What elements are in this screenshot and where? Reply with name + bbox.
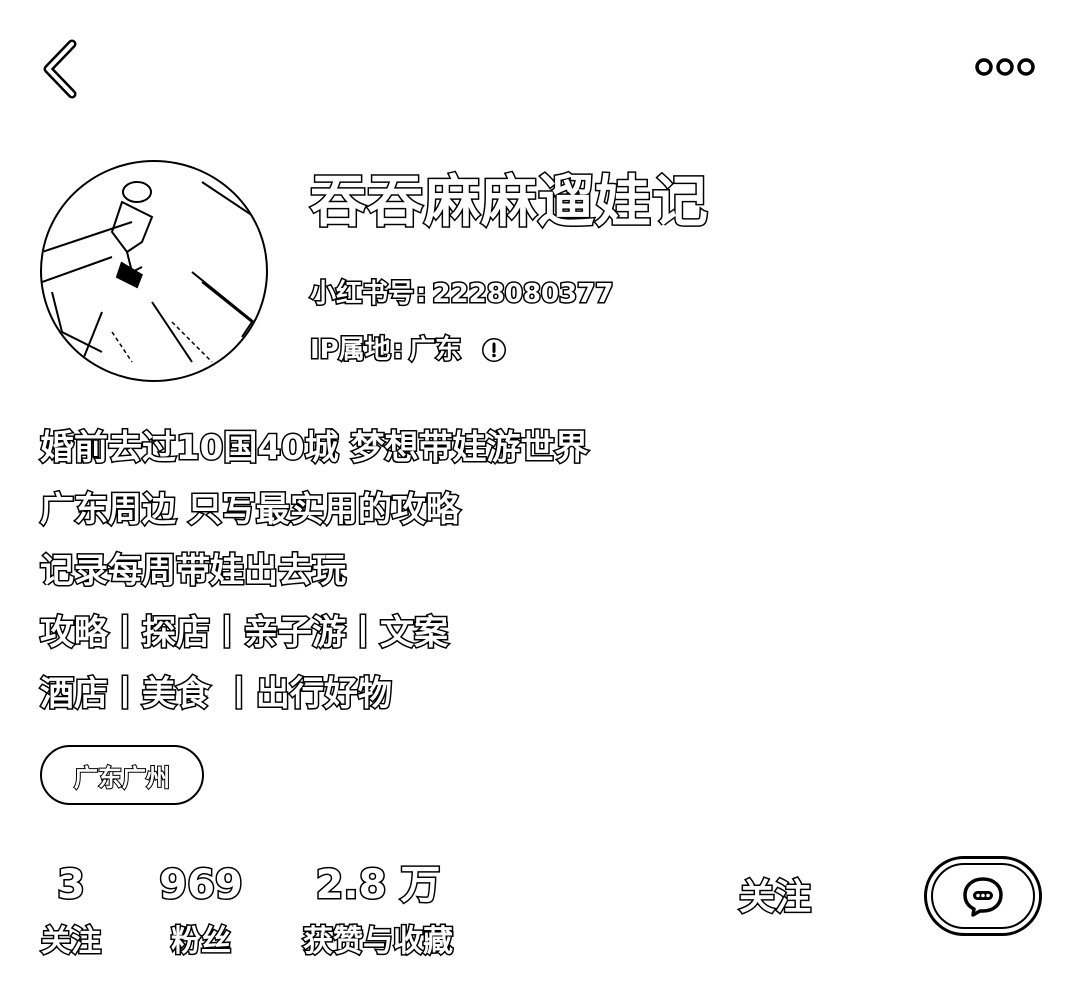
info-icon[interactable] xyxy=(481,337,507,363)
chat-bubble-icon xyxy=(963,877,1003,917)
avatar-image xyxy=(42,181,266,363)
stat-following[interactable]: 3 关注 xyxy=(38,860,104,962)
follow-button[interactable]: 关注 xyxy=(720,866,830,922)
follow-button-label: 关注 xyxy=(737,876,812,920)
stat-following-label: 关注 xyxy=(40,923,103,961)
account-id-separator: : xyxy=(414,278,428,311)
more-dots-icon xyxy=(975,58,1035,76)
stat-followers-label: 粉丝 xyxy=(170,923,233,961)
message-button[interactable] xyxy=(924,856,1042,936)
chevron-left-icon xyxy=(43,39,77,99)
account-id-line: 小红书号 : 2228080377 xyxy=(308,277,615,311)
stat-followers[interactable]: 969 粉丝 xyxy=(158,860,245,962)
avatar[interactable] xyxy=(40,160,268,382)
account-id-label: 小红书号 xyxy=(308,278,415,311)
profile-name: 吞吞麻麻遛娃记 xyxy=(309,169,710,237)
bio-line: 记录每周带娃出去玩 xyxy=(38,550,347,593)
bio-line: 攻略丨探店丨亲子游丨文案 xyxy=(38,611,449,654)
stat-likes-saves-value: 2.8 万 xyxy=(314,861,442,910)
stat-likes-saves-label: 获赞与收藏 xyxy=(302,923,455,961)
bio-line: 婚前去过10国40城 梦想带娃游世界 xyxy=(38,427,589,470)
bio: 婚前去过10国40城 梦想带娃游世界 广东周边 只写最实用的攻略 记录每周带娃出… xyxy=(38,418,589,726)
ip-location-label: IP属地 xyxy=(309,334,393,367)
ip-location-line: IP属地 : 广东 xyxy=(309,333,507,367)
ip-location-separator: : xyxy=(391,334,405,367)
account-id-value[interactable]: 2228080377 xyxy=(431,277,615,311)
stat-followers-value: 969 xyxy=(158,861,245,910)
profile-page: 吞吞麻麻遛娃记 小红书号 : 2228080377 IP属地 : 广东 婚前去过… xyxy=(0,0,1080,997)
bio-line: 酒店丨美食 丨出行好物 xyxy=(38,673,393,716)
location-tag-label: 广东广州 xyxy=(73,763,171,793)
ip-location-value: 广东 xyxy=(408,334,463,367)
back-button[interactable] xyxy=(38,38,88,100)
stat-likes-saves[interactable]: 2.8 万 获赞与收藏 xyxy=(300,860,456,962)
location-tag[interactable]: 广东广州 xyxy=(40,745,204,805)
stat-following-value: 3 xyxy=(56,861,87,910)
bio-line: 广东周边 只写最实用的攻略 xyxy=(38,488,461,531)
more-options-button[interactable] xyxy=(972,52,1038,82)
